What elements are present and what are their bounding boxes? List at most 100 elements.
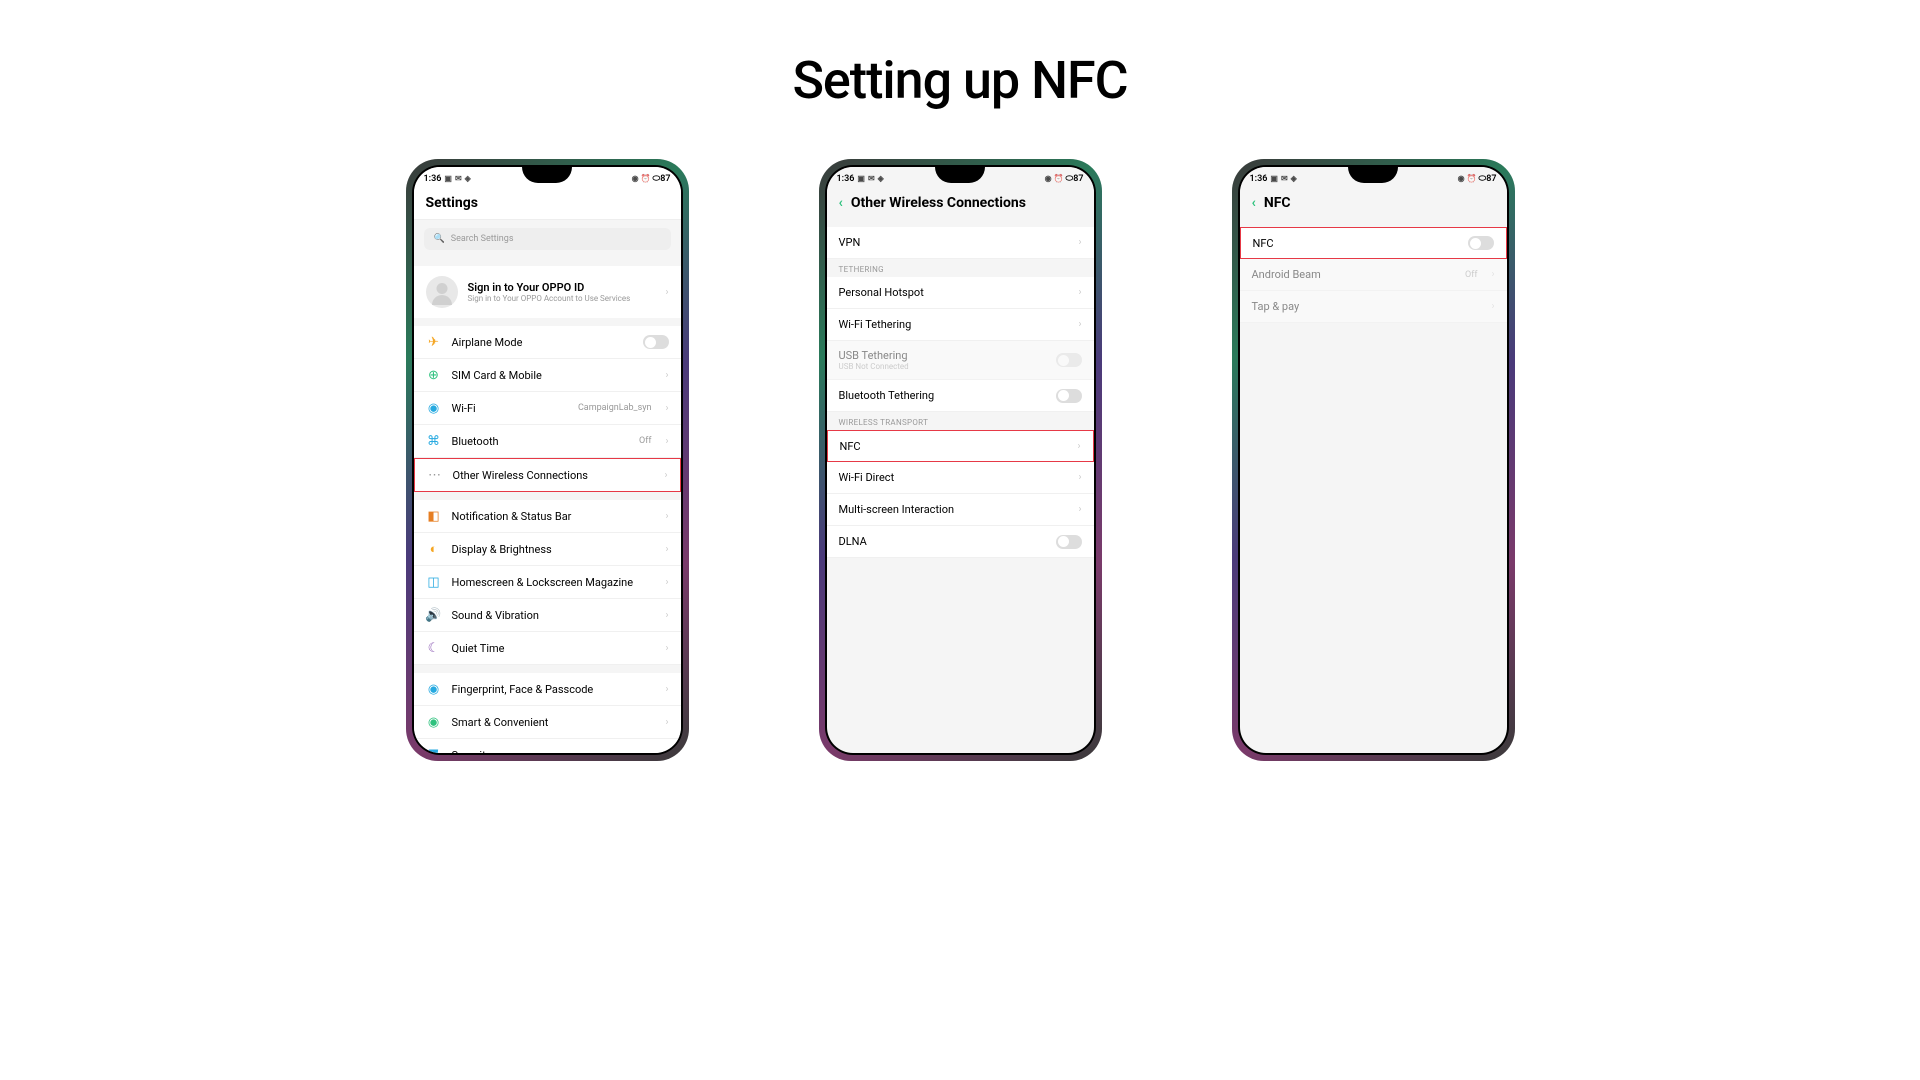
row-label: Quiet Time	[452, 642, 656, 655]
row-label: Tap & pay	[1252, 300, 1482, 313]
header-title: Settings	[426, 195, 478, 211]
row-vpn[interactable]: VPN ›	[827, 227, 1094, 259]
status-camera-icon: ▣	[444, 174, 452, 183]
chevron-right-icon: ›	[1077, 441, 1080, 452]
row-value: CampaignLab_syn	[578, 403, 652, 413]
status-signal-icon: ◉	[632, 174, 639, 183]
profile-signin[interactable]: Sign in to Your OPPO ID Sign in to Your …	[414, 266, 681, 318]
row-sim[interactable]: ⊕ SIM Card & Mobile ›	[414, 359, 681, 392]
row-label: Notification & Status Bar	[452, 510, 656, 523]
status-battery: ⬭87	[1066, 174, 1084, 184]
row-label: NFC	[1253, 237, 1458, 250]
chevron-right-icon: ›	[665, 370, 668, 381]
profile-title: Sign in to Your OPPO ID	[468, 281, 656, 294]
phone-2: 1:36 ▣ ✉ ◈ ◉ ⏰ ⬭87 ‹ Other Wireless Conn…	[819, 159, 1102, 761]
chevron-right-icon: ›	[665, 717, 668, 728]
row-other-wireless[interactable]: ⋯ Other Wireless Connections ›	[414, 458, 681, 492]
phones-container: 1:36 ▣ ✉ ◈ ◉ ⏰ ⬭87 Settings 🔍 Search Set…	[0, 159, 1920, 761]
row-wifi-tether[interactable]: Wi-Fi Tethering ›	[827, 309, 1094, 341]
chevron-right-icon: ›	[665, 750, 668, 754]
row-label: Bluetooth	[452, 435, 630, 448]
chevron-right-icon: ›	[665, 436, 668, 447]
row-label: Airplane Mode	[452, 336, 633, 349]
row-label: Multi-screen Interaction	[839, 503, 1069, 516]
row-display[interactable]: ◐ Display & Brightness ›	[414, 533, 681, 566]
header-bar: Settings	[414, 187, 681, 220]
other-icon: ⋯	[427, 467, 443, 483]
status-msg-icon: ✉	[455, 174, 462, 183]
nfc-toggle[interactable]	[1468, 236, 1494, 250]
row-smart[interactable]: ◉ Smart & Convenient ›	[414, 706, 681, 739]
row-label: Smart & Convenient	[452, 716, 656, 729]
header-title: Other Wireless Connections	[851, 195, 1026, 211]
usb-toggle	[1056, 353, 1082, 367]
row-wifi-direct[interactable]: Wi-Fi Direct ›	[827, 462, 1094, 494]
airplane-toggle[interactable]	[643, 335, 669, 349]
page-title: Setting up NFC	[0, 0, 1920, 111]
status-time: 1:36	[1250, 174, 1268, 184]
header-bar: ‹ Other Wireless Connections	[827, 187, 1094, 219]
row-label: Display & Brightness	[452, 543, 656, 556]
row-fingerprint[interactable]: ◉ Fingerprint, Face & Passcode ›	[414, 673, 681, 706]
status-wifi-icon: ◈	[878, 174, 884, 183]
row-dlna[interactable]: DLNA	[827, 526, 1094, 558]
search-placeholder: Search Settings	[451, 234, 514, 244]
profile-sub: Sign in to Your OPPO Account to Use Serv…	[468, 294, 656, 303]
row-airplane[interactable]: ✈ Airplane Mode	[414, 326, 681, 359]
smart-icon: ◉	[426, 714, 442, 730]
row-hotspot[interactable]: Personal Hotspot ›	[827, 277, 1094, 309]
search-icon: 🔍	[434, 234, 445, 244]
chevron-right-icon: ›	[665, 511, 668, 522]
avatar-icon	[426, 276, 458, 308]
chevron-right-icon: ›	[1491, 301, 1494, 312]
row-security[interactable]: ⛊ Security ›	[414, 739, 681, 753]
chevron-right-icon: ›	[665, 684, 668, 695]
row-label: Homescreen & Lockscreen Magazine	[452, 576, 656, 589]
row-label: Fingerprint, Face & Passcode	[452, 683, 656, 696]
status-signal-icon: ◉	[1458, 174, 1465, 183]
row-wifi[interactable]: ◉ Wi-Fi CampaignLab_syn ›	[414, 392, 681, 425]
status-wifi-icon: ◈	[465, 174, 471, 183]
phone-3: 1:36 ▣ ✉ ◈ ◉ ⏰ ⬭87 ‹ NFC NFC	[1232, 159, 1515, 761]
row-usb-tether: USB Tethering USB Not Connected	[827, 341, 1094, 380]
row-notif[interactable]: ◧ Notification & Status Bar ›	[414, 500, 681, 533]
row-nfc[interactable]: NFC ›	[827, 430, 1094, 462]
chevron-right-icon: ›	[665, 544, 668, 555]
row-sublabel: USB Not Connected	[839, 362, 1046, 371]
row-label: Android Beam	[1252, 268, 1456, 281]
status-msg-icon: ✉	[1281, 174, 1288, 183]
chevron-right-icon: ›	[1078, 319, 1081, 330]
chevron-right-icon: ›	[664, 470, 667, 481]
status-time: 1:36	[837, 174, 855, 184]
status-signal-icon: ◉	[1045, 174, 1052, 183]
row-label: VPN	[839, 236, 1069, 249]
back-button[interactable]: ‹	[839, 195, 843, 211]
row-nfc-toggle[interactable]: NFC	[1240, 227, 1507, 259]
search-input[interactable]: 🔍 Search Settings	[424, 228, 671, 250]
row-tap-pay: Tap & pay ›	[1240, 291, 1507, 323]
sim-icon: ⊕	[426, 367, 442, 383]
row-sound[interactable]: 🔊 Sound & Vibration ›	[414, 599, 681, 632]
row-label: Wi-Fi Direct	[839, 471, 1069, 484]
status-time: 1:36	[424, 174, 442, 184]
dlna-toggle[interactable]	[1056, 535, 1082, 549]
bt-tether-toggle[interactable]	[1056, 389, 1082, 403]
fingerprint-icon: ◉	[426, 681, 442, 697]
row-label: SIM Card & Mobile	[452, 369, 656, 382]
row-quiet[interactable]: ☾ Quiet Time ›	[414, 632, 681, 665]
header-title: NFC	[1264, 195, 1291, 211]
status-alarm-icon: ⏰	[1054, 174, 1064, 183]
row-label: Other Wireless Connections	[453, 469, 655, 482]
row-home[interactable]: ◫ Homescreen & Lockscreen Magazine ›	[414, 566, 681, 599]
chevron-right-icon: ›	[1078, 287, 1081, 298]
status-camera-icon: ▣	[857, 174, 865, 183]
bluetooth-icon: ⌘	[426, 433, 442, 449]
back-button[interactable]: ‹	[1252, 195, 1256, 211]
row-label: Sound & Vibration	[452, 609, 656, 622]
row-value: Off	[1465, 270, 1477, 280]
moon-icon: ☾	[426, 640, 442, 656]
row-bluetooth[interactable]: ⌘ Bluetooth Off ›	[414, 425, 681, 458]
row-multiscreen[interactable]: Multi-screen Interaction ›	[827, 494, 1094, 526]
notification-icon: ◧	[426, 508, 442, 524]
row-bt-tether[interactable]: Bluetooth Tethering	[827, 380, 1094, 412]
